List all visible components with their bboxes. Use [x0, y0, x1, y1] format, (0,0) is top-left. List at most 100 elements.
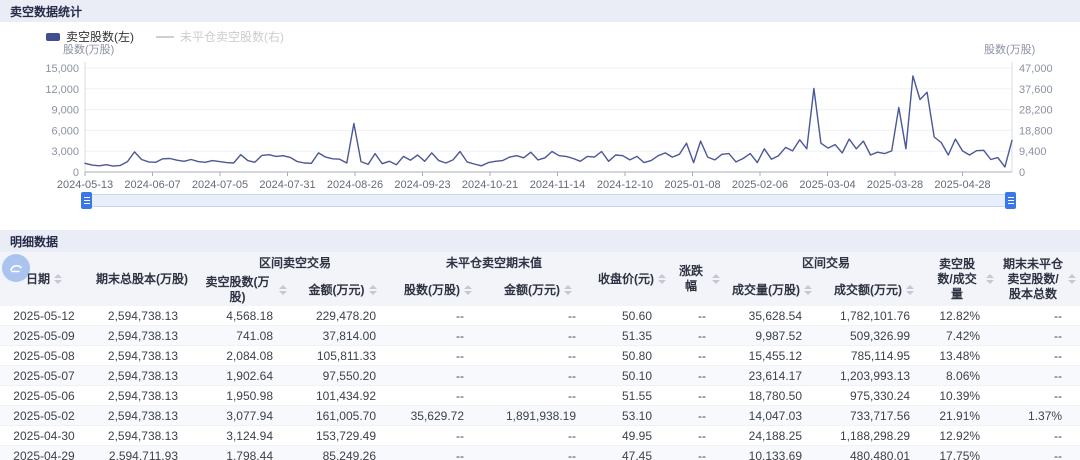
table-cell: 17.75%	[928, 446, 998, 460]
sort-icon[interactable]	[712, 274, 720, 284]
table-row: 2025-05-072,594,738.131,902.6497,550.20-…	[0, 366, 1080, 386]
table-cell: 785,114.95	[820, 346, 928, 366]
table-col-header-3[interactable]: 金额(万元)	[291, 274, 394, 306]
sort-icon[interactable]	[986, 274, 994, 284]
sort-icon[interactable]	[804, 285, 812, 295]
table-cell: 1.37%	[998, 406, 1080, 426]
table-cell: 101,434.92	[291, 386, 394, 406]
table-cell: 50.80	[594, 346, 670, 366]
table-col-header-10[interactable]: 卖空股数/成交量	[928, 252, 998, 306]
table-cell: --	[482, 346, 594, 366]
table-cell: --	[482, 326, 594, 346]
svg-text:2024-05-13: 2024-05-13	[57, 179, 113, 191]
table-row: 2025-05-082,594,738.132,084.08105,811.33…	[0, 346, 1080, 366]
table-cell: 2,594,738.13	[88, 366, 196, 386]
detail-table: 日期期末总股本(万股)区间卖空交易未平仓卖空期末值收盘价(元)涨跌幅区间交易卖空…	[0, 252, 1080, 460]
table-col-header-7[interactable]: 涨跌幅	[670, 252, 724, 306]
table-section-title: 明细数据	[10, 233, 58, 250]
sort-icon[interactable]	[279, 285, 287, 295]
table-cell: 741.08	[196, 326, 291, 346]
table-cell: --	[670, 346, 724, 366]
table-cell: 12.92%	[928, 426, 998, 446]
datazoom-right-handle-icon[interactable]	[1005, 192, 1016, 209]
table-cell: 2,594,738.13	[88, 426, 196, 446]
table-cell: 50.10	[594, 366, 670, 386]
svg-text:2024-07-31: 2024-07-31	[259, 179, 315, 191]
table-cell: 1,782,101.76	[820, 306, 928, 326]
table-cell: 1,203,993.13	[820, 366, 928, 386]
svg-text:15,000: 15,000	[45, 63, 79, 75]
svg-text:37,600: 37,600	[1019, 84, 1053, 96]
table-cell: 2025-05-12	[0, 306, 88, 326]
table-col-header-6[interactable]: 收盘价(元)	[594, 252, 670, 306]
column-label: 金额(万元)	[504, 283, 560, 298]
svg-text:2025-03-04: 2025-03-04	[799, 179, 855, 191]
table-col-header-9[interactable]: 成交额(万元)	[820, 274, 928, 306]
datazoom-left-handle-icon[interactable]	[81, 192, 92, 209]
table-cell: 2025-04-29	[0, 446, 88, 460]
table-cell: 37,814.00	[291, 326, 394, 346]
floating-widget-button[interactable]	[2, 254, 30, 282]
legend-item-open-short-shares[interactable]: 未平仓卖空股数(右)	[156, 28, 284, 45]
sort-icon[interactable]	[369, 285, 377, 295]
table-cell: --	[482, 446, 594, 460]
sort-icon[interactable]	[1068, 274, 1076, 284]
table-cell: --	[394, 346, 482, 366]
chart-section-title: 卖空数据统计	[10, 3, 82, 20]
svg-text:2025-03-28: 2025-03-28	[867, 179, 923, 191]
table-cell: --	[670, 366, 724, 386]
svg-text:2025-04-28: 2025-04-28	[934, 179, 990, 191]
table-cell: 2025-05-06	[0, 386, 88, 406]
svg-text:2024-11-14: 2024-11-14	[530, 179, 585, 191]
table-cell: 480,480.01	[820, 446, 928, 460]
table-cell: 23,614.17	[724, 366, 820, 386]
column-label: 成交量(万股)	[732, 283, 800, 298]
table-cell: 35,629.72	[394, 406, 482, 426]
table-cell: --	[482, 426, 594, 446]
detail-table-body: 2025-05-122,594,738.134,568.18229,478.20…	[0, 306, 1080, 460]
table-col-header-1: 期末总股本(万股)	[88, 252, 196, 306]
sort-icon[interactable]	[658, 274, 666, 284]
table-col-header-2[interactable]: 卖空股数(万股)	[196, 274, 291, 306]
detail-table-header: 日期期末总股本(万股)区间卖空交易未平仓卖空期末值收盘价(元)涨跌幅区间交易卖空…	[0, 252, 1080, 306]
table-col-header-11[interactable]: 期末未平仓卖空股数/股本总数	[998, 252, 1080, 306]
table-cell: --	[670, 386, 724, 406]
table-cell: --	[670, 406, 724, 426]
table-cell: --	[394, 366, 482, 386]
table-col-header-5[interactable]: 金额(万元)	[482, 274, 594, 306]
svg-text:股数(万股): 股数(万股)	[984, 43, 1035, 56]
table-col-header-4[interactable]: 股数(万股)	[394, 274, 482, 306]
sort-icon[interactable]	[54, 274, 62, 284]
column-label: 期末未平仓卖空股数/股本总数	[1002, 257, 1064, 302]
table-cell: --	[998, 426, 1080, 446]
legend-swatch-icon	[46, 33, 60, 41]
table-cell: 47.45	[594, 446, 670, 460]
table-section-header: 明细数据	[0, 230, 1080, 252]
table-cell: 8.06%	[928, 366, 998, 386]
table-cell: 53.10	[594, 406, 670, 426]
chart-datazoom-slider[interactable]	[85, 194, 1012, 207]
table-cell: 3,077.94	[196, 406, 291, 426]
svg-text:6,000: 6,000	[51, 125, 79, 137]
sort-icon[interactable]	[906, 285, 914, 295]
sort-icon[interactable]	[464, 285, 472, 295]
table-cell: --	[482, 306, 594, 326]
table-cell: --	[998, 366, 1080, 386]
sort-icon[interactable]	[564, 285, 572, 295]
legend-item-short-shares[interactable]: 卖空股数(左)	[46, 28, 134, 45]
table-cell: --	[394, 306, 482, 326]
table-col-header-8[interactable]: 成交量(万股)	[724, 274, 820, 306]
table-cell: 1,188,298.29	[820, 426, 928, 446]
table-cell: 2,594,738.13	[88, 346, 196, 366]
table-cell: 229,478.20	[291, 306, 394, 326]
table-cell: --	[394, 326, 482, 346]
svg-text:2024-09-23: 2024-09-23	[394, 179, 450, 191]
table-cell: 18,780.50	[724, 386, 820, 406]
svg-text:2024-10-21: 2024-10-21	[462, 179, 518, 191]
svg-text:9,400: 9,400	[1019, 146, 1047, 158]
table-cell: 7.42%	[928, 326, 998, 346]
table-cell: 3,124.94	[196, 426, 291, 446]
table-cell: 1,891,938.19	[482, 406, 594, 426]
table-cell: 24,188.25	[724, 426, 820, 446]
chat-widget-icon	[8, 260, 24, 276]
